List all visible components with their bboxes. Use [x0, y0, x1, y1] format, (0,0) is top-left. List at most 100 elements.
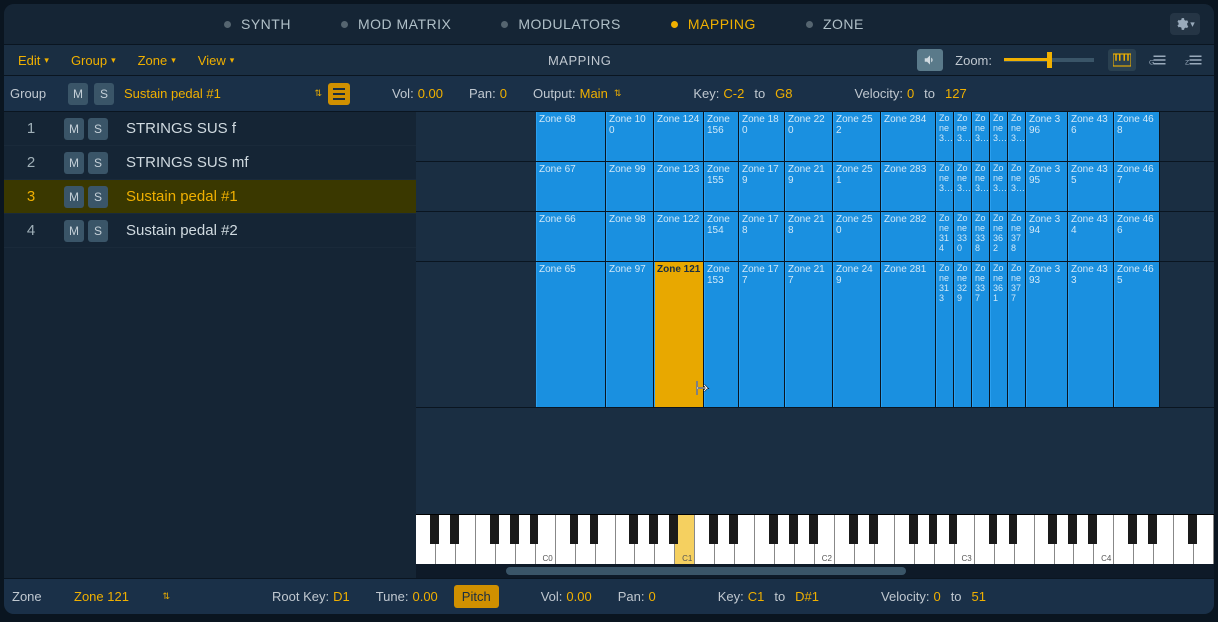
zone-cell[interactable]: Zone 3… — [954, 162, 972, 211]
zone-cell[interactable]: Zone 97 — [606, 262, 654, 407]
tab-mapping[interactable]: MAPPING — [671, 16, 756, 32]
zone-cell[interactable]: Zone 251 — [833, 162, 881, 211]
white-key[interactable] — [1154, 515, 1174, 564]
zone-cell[interactable]: Zone 466 — [1114, 212, 1160, 261]
solo-button[interactable]: S — [88, 118, 108, 140]
zone-cell[interactable]: Zone 465 — [1114, 262, 1160, 407]
zone-velocity-range[interactable]: Velocity:0to51 — [871, 589, 996, 604]
group-row[interactable]: 2 M S STRINGS SUS mf — [4, 146, 416, 180]
zone-cell[interactable] — [416, 262, 536, 407]
solo-button[interactable]: S — [88, 152, 108, 174]
zone-cell[interactable]: Zone 217 — [785, 262, 833, 407]
zone-cell[interactable]: Zone 3… — [990, 162, 1008, 211]
zone-cell[interactable] — [416, 162, 536, 211]
white-key[interactable]: C3 — [955, 515, 975, 564]
zone-cell[interactable]: Zone 3… — [936, 162, 954, 211]
black-key[interactable] — [929, 515, 938, 544]
zone-cell[interactable]: Zone 284 — [881, 112, 936, 161]
black-key[interactable] — [669, 515, 678, 544]
zone-cell[interactable]: Zone 218 — [785, 212, 833, 261]
zone-cell[interactable]: Zone 219 — [785, 162, 833, 211]
group-output[interactable]: Output:Main⇅ — [523, 86, 631, 101]
black-key[interactable] — [1068, 515, 1077, 544]
black-key[interactable] — [450, 515, 459, 544]
black-key[interactable] — [490, 515, 499, 544]
zone-cell[interactable]: Zone 282 — [881, 212, 936, 261]
zone-cell[interactable]: Zone 179 — [739, 162, 785, 211]
menu-edit[interactable]: Edit▾ — [10, 50, 57, 71]
zone-cell[interactable]: Zone 281 — [881, 262, 936, 407]
mute-button[interactable]: M — [64, 152, 84, 174]
view-zone-list-button[interactable]: Z — [1180, 49, 1208, 71]
zone-cell[interactable]: Zone 65 — [536, 262, 606, 407]
mute-button[interactable]: M — [64, 118, 84, 140]
zone-cell[interactable]: Zone 313 — [936, 262, 954, 407]
black-key[interactable] — [1148, 515, 1157, 544]
mute-button[interactable]: M — [64, 186, 84, 208]
zone-vol[interactable]: Vol:0.00 — [531, 589, 602, 604]
black-key[interactable] — [909, 515, 918, 544]
zone-cell[interactable]: Zone 67 — [536, 162, 606, 211]
black-key[interactable] — [1048, 515, 1057, 544]
white-key[interactable]: C2 — [815, 515, 835, 564]
menu-zone[interactable]: Zone▾ — [130, 50, 184, 71]
group-key-range[interactable]: Key:C-2toG8 — [683, 86, 802, 101]
black-key[interactable] — [989, 515, 998, 544]
zone-cell[interactable]: Zone 3… — [972, 112, 990, 161]
group-pan[interactable]: Pan:0 — [459, 86, 517, 101]
zone-cell[interactable]: Zone 249 — [833, 262, 881, 407]
group-velocity-range[interactable]: Velocity:0to127 — [845, 86, 977, 101]
black-key[interactable] — [570, 515, 579, 544]
solo-button[interactable]: S — [88, 220, 108, 242]
zone-cell[interactable]: Zone 436 — [1068, 112, 1114, 161]
zone-cell[interactable]: Zone 123 — [654, 162, 704, 211]
zone-cell[interactable]: Zone 66 — [536, 212, 606, 261]
white-key[interactable] — [875, 515, 895, 564]
black-key[interactable] — [729, 515, 738, 544]
zone-cell[interactable]: Zone 435 — [1068, 162, 1114, 211]
zone-cell[interactable]: Zone 178 — [739, 212, 785, 261]
zone-pan[interactable]: Pan:0 — [608, 589, 666, 604]
mute-button[interactable]: M — [64, 220, 84, 242]
tab-zone[interactable]: ZONE — [806, 16, 864, 32]
zone-cell[interactable]: Zone 433 — [1068, 262, 1114, 407]
piano-keyboard[interactable]: C0C1C2C3C4 — [416, 514, 1214, 564]
tab-modulators[interactable]: MODULATORS — [501, 16, 621, 32]
zone-selector[interactable]: Zone 121 ⇅ — [70, 589, 170, 604]
black-key[interactable] — [1188, 515, 1197, 544]
black-key[interactable] — [430, 515, 439, 544]
zone-cell[interactable]: Zone 395 — [1026, 162, 1068, 211]
zoom-slider[interactable] — [1004, 58, 1094, 62]
zone-cell[interactable]: Zone 377 — [1008, 262, 1026, 407]
zone-cell[interactable]: Zone 394 — [1026, 212, 1068, 261]
zone-cell[interactable]: Zone 153 — [704, 262, 739, 407]
black-key[interactable] — [1128, 515, 1137, 544]
zone-cell[interactable]: Zone 177 — [739, 262, 785, 407]
group-selector[interactable]: Sustain pedal #1 ⇅ — [120, 86, 322, 101]
black-key[interactable] — [709, 515, 718, 544]
zone-cell[interactable] — [416, 212, 536, 261]
white-key[interactable]: C0 — [536, 515, 556, 564]
zone-cell[interactable]: Zone 99 — [606, 162, 654, 211]
tab-synth[interactable]: SYNTH — [224, 16, 291, 32]
zone-key-range[interactable]: Key:C1toD#1 — [708, 589, 829, 604]
black-key[interactable] — [809, 515, 818, 544]
zone-cell[interactable]: Zone 361 — [990, 262, 1008, 407]
black-key[interactable] — [1088, 515, 1097, 544]
white-key[interactable] — [596, 515, 616, 564]
zone-root-key[interactable]: Root Key:D1 — [262, 589, 360, 604]
zone-cell[interactable] — [416, 112, 536, 161]
zone-cell[interactable]: Zone 124 — [654, 112, 704, 161]
black-key[interactable] — [629, 515, 638, 544]
black-key[interactable] — [849, 515, 858, 544]
zone-cell[interactable]: Zone 3… — [954, 112, 972, 161]
speaker-button[interactable] — [917, 49, 943, 71]
zone-cell[interactable]: Zone 252 — [833, 112, 881, 161]
zone-cell[interactable]: Zone 121 — [654, 262, 704, 407]
black-key[interactable] — [510, 515, 519, 544]
horizontal-scrollbar[interactable] — [416, 564, 1214, 578]
white-key[interactable] — [1194, 515, 1214, 564]
black-key[interactable] — [949, 515, 958, 544]
zone-cell[interactable]: Zone 468 — [1114, 112, 1160, 161]
white-key[interactable] — [456, 515, 476, 564]
